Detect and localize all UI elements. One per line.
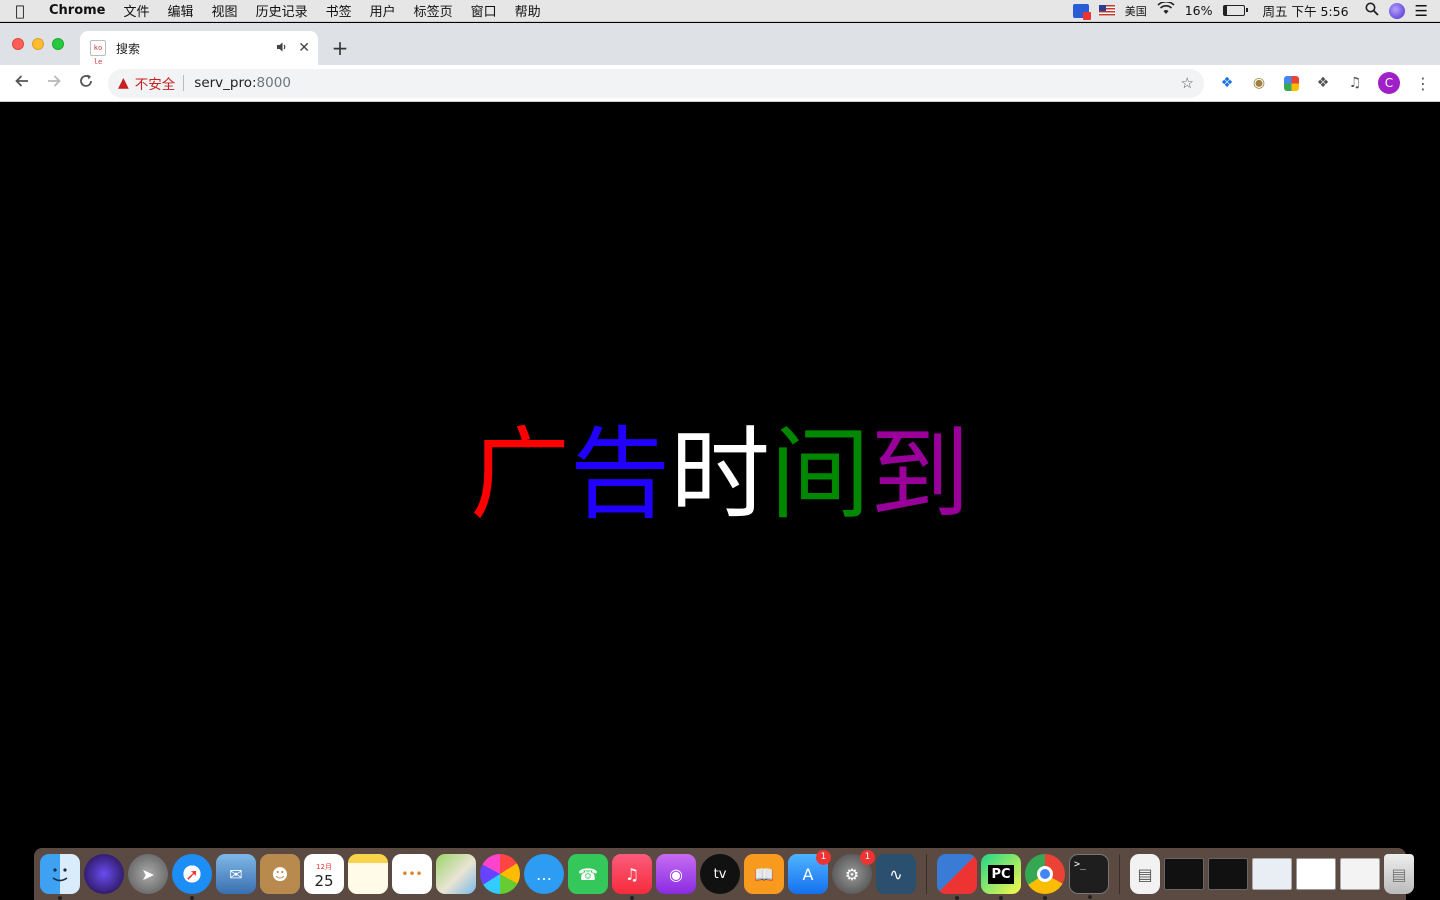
menu-help[interactable]: 帮助 [506, 1, 550, 20]
menu-tab[interactable]: 标签页 [405, 1, 462, 20]
menu-window[interactable]: 窗口 [462, 1, 506, 20]
new-tab-button[interactable]: + [330, 36, 350, 60]
battery-percent[interactable]: 16% [1185, 3, 1213, 18]
apple-tv-label: tv [713, 866, 727, 882]
back-button[interactable] [6, 73, 38, 94]
calendar-day: 25 [314, 872, 334, 890]
minimized-window-thumbnail[interactable] [1164, 858, 1204, 890]
tab-favicon-icon: ko le [90, 40, 106, 66]
close-window-button[interactable] [12, 38, 24, 50]
browser-toolbar: ▲ 不安全 serv_pro: 8000 ☆ ❖ ◉ ❖ ♫ C ⋮ [0, 65, 1440, 102]
menu-bookmarks[interactable]: 书签 [317, 1, 361, 20]
ad-time-headline: 广告时间到 [0, 420, 1440, 530]
headline-char: 时 [670, 416, 770, 533]
finder-icon[interactable] [40, 854, 80, 900]
books-icon[interactable]: 📖 [744, 854, 784, 894]
extension-puzzle-blue-icon[interactable]: ❖ [1218, 74, 1236, 92]
extension-shield-icon[interactable]: ◉ [1250, 74, 1268, 92]
menu-file[interactable]: 文件 [115, 1, 159, 20]
url-port[interactable]: 8000 [257, 75, 291, 91]
menubar-status-area: 美国 16% 周五 下午 5:56 ☰ [1072, 1, 1440, 20]
minimized-window-thumbnail[interactable] [1340, 858, 1380, 890]
safari-icon[interactable]: ➚ [172, 854, 212, 900]
tab-audio-playing-icon[interactable] [276, 41, 288, 56]
screen-share-icon[interactable] [1072, 3, 1091, 20]
wifi-icon[interactable] [1157, 1, 1175, 19]
media-control-icon[interactable]: ♫ [1346, 74, 1364, 92]
system-preferences-icon[interactable]: ⚙ 1 [832, 850, 875, 894]
macos-dock: ➤ ➚ ✉ ☻ 12月 25 ••• … ☎ ♫ ◉ tv 📖 A 1 ⚙ 1 … [34, 848, 1414, 900]
tab-title: 搜索 [116, 41, 141, 56]
calendar-icon[interactable]: 12月 25 [304, 854, 344, 894]
menu-edit[interactable]: 编辑 [159, 1, 203, 20]
music-icon[interactable]: ♫ [612, 854, 652, 900]
spotlight-search-icon[interactable] [1365, 2, 1379, 19]
browser-tabstrip: ko le 搜索 ✕ + [0, 23, 1440, 66]
menu-view[interactable]: 视图 [203, 1, 247, 20]
chrome-menu-icon[interactable]: ⋮ [1414, 74, 1432, 93]
macos-menubar:  Chrome 文件 编辑 视图 历史记录 书签 用户 标签页 窗口 帮助 美… [0, 0, 1440, 22]
tab-close-icon[interactable]: ✕ [298, 40, 310, 56]
bookmark-star-icon[interactable]: ☆ [1181, 74, 1194, 92]
minimized-window-thumbnail[interactable] [1296, 858, 1336, 890]
notes-icon[interactable] [348, 854, 388, 894]
headline-char: 到 [870, 416, 970, 533]
reminders-icon[interactable]: ••• [392, 854, 432, 894]
zoom-window-button[interactable] [52, 38, 64, 50]
facetime-icon[interactable]: ☎ [568, 854, 608, 894]
extensions-menu-icon[interactable]: ❖ [1314, 74, 1332, 92]
app-store-badge: 1 [816, 850, 831, 865]
notification-center-icon[interactable]: ☰ [1415, 2, 1428, 20]
not-secure-warning-icon[interactable]: ▲ [118, 75, 129, 91]
siri-icon[interactable] [1388, 2, 1405, 19]
page-content: 广告时间到 [0, 102, 1440, 848]
mysql-workbench-icon[interactable]: ∿ [876, 854, 916, 894]
tab-search[interactable]: ko le 搜索 ✕ [80, 31, 318, 66]
chrome-icon[interactable] [1025, 854, 1065, 900]
menu-history[interactable]: 历史记录 [247, 1, 317, 20]
address-bar[interactable]: ▲ 不安全 serv_pro: 8000 ☆ [108, 68, 1204, 98]
headline-char: 告 [570, 416, 670, 533]
reload-button[interactable] [70, 73, 102, 94]
minimize-window-button[interactable] [32, 38, 44, 50]
extensions-area: ❖ ◉ ❖ ♫ C ⋮ [1218, 72, 1432, 94]
apple-tv-icon[interactable]: tv [700, 854, 740, 894]
trash-icon[interactable]: ▤ [1384, 854, 1414, 894]
launchpad-icon[interactable]: ➤ [128, 854, 168, 894]
battery-icon[interactable] [1222, 5, 1248, 16]
podcasts-icon[interactable]: ◉ [656, 854, 696, 894]
document-icon[interactable]: ▤ [1130, 854, 1160, 894]
apple-menu-icon[interactable]:  [0, 2, 40, 20]
photos-icon[interactable] [480, 854, 520, 894]
pycharm-icon[interactable]: PC [981, 854, 1021, 900]
minimized-window-thumbnail[interactable] [1208, 858, 1248, 890]
messages-icon[interactable]: … [524, 854, 564, 894]
us-flag-icon[interactable] [1098, 5, 1115, 16]
mail-preview-icon[interactable]: ✉ [216, 854, 256, 894]
siri-icon[interactable] [84, 854, 124, 894]
security-status-label[interactable]: 不安全 [135, 73, 176, 93]
maps-icon[interactable] [436, 854, 476, 894]
terminal-icon[interactable]: >_ [1069, 854, 1109, 899]
minimized-window-thumbnail[interactable] [1252, 858, 1292, 890]
app-store-icon[interactable]: A 1 [788, 850, 831, 894]
omnibox-separator [183, 75, 185, 91]
dock-divider [1119, 854, 1120, 894]
virtual-machine-icon[interactable] [937, 854, 977, 900]
menu-app-name[interactable]: Chrome [40, 3, 115, 18]
menu-people[interactable]: 用户 [361, 1, 405, 20]
dock-divider [926, 854, 927, 894]
url-host[interactable]: serv_pro: [194, 75, 256, 91]
system-preferences-badge: 1 [860, 850, 875, 865]
extension-color-picker-icon[interactable] [1282, 74, 1300, 92]
forward-button[interactable] [38, 73, 70, 94]
clock[interactable]: 周五 下午 5:56 [1263, 1, 1349, 20]
profile-avatar[interactable]: C [1378, 72, 1400, 94]
pycharm-label: PC [988, 864, 1014, 884]
input-source-label[interactable]: 美国 [1125, 3, 1147, 19]
headline-char: 广 [470, 416, 570, 533]
headline-char: 间 [770, 416, 870, 533]
contacts-icon[interactable]: ☻ [260, 854, 300, 894]
window-controls [12, 38, 64, 50]
